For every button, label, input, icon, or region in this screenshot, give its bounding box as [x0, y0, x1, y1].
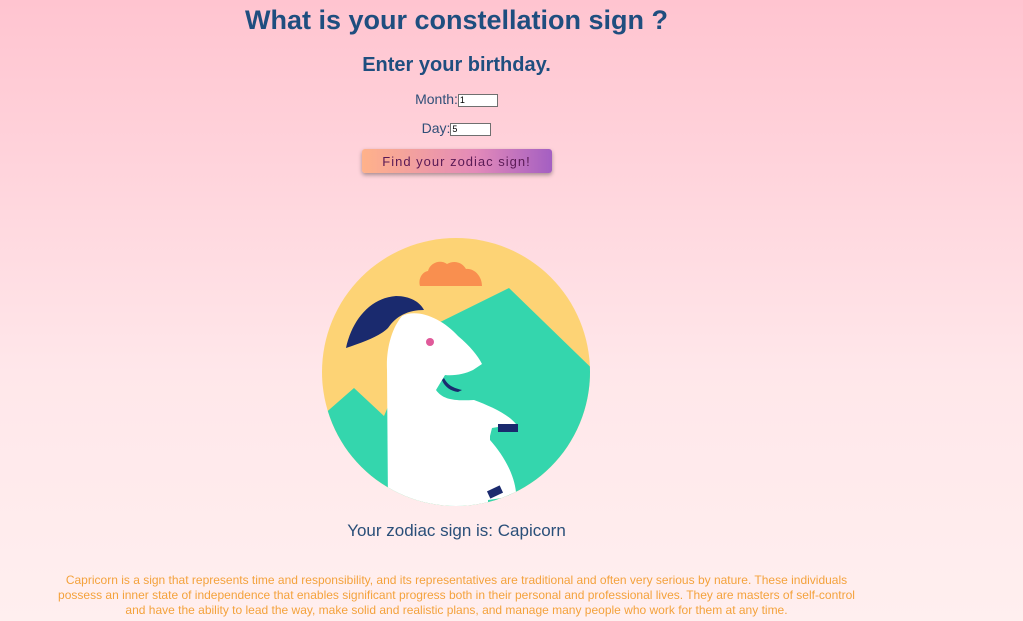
zodiac-description: Capricorn is a sign that represents time… — [58, 573, 855, 617]
day-input[interactable] — [450, 122, 492, 136]
day-row: Day: — [0, 119, 913, 137]
month-input[interactable] — [457, 93, 498, 107]
page-title: What is your constellation sign ? — [244, 5, 669, 35]
front-hoof-icon — [498, 424, 518, 432]
month-label: Month: — [415, 91, 458, 107]
button-row: Find your zodiac sign! — [0, 149, 913, 173]
page-content: What is your constellation sign ? Enter … — [0, 0, 913, 173]
page-subtitle: Enter your birthday. — [362, 54, 551, 76]
zodiac-result-text: Your zodiac sign is: Capicorn — [347, 521, 566, 540]
day-label: Day: — [421, 120, 451, 136]
month-row: Month: — [0, 90, 913, 108]
find-zodiac-button[interactable]: Find your zodiac sign! — [361, 149, 552, 173]
capricorn-goat-icon — [322, 238, 590, 506]
goat-eye-icon — [426, 338, 434, 346]
